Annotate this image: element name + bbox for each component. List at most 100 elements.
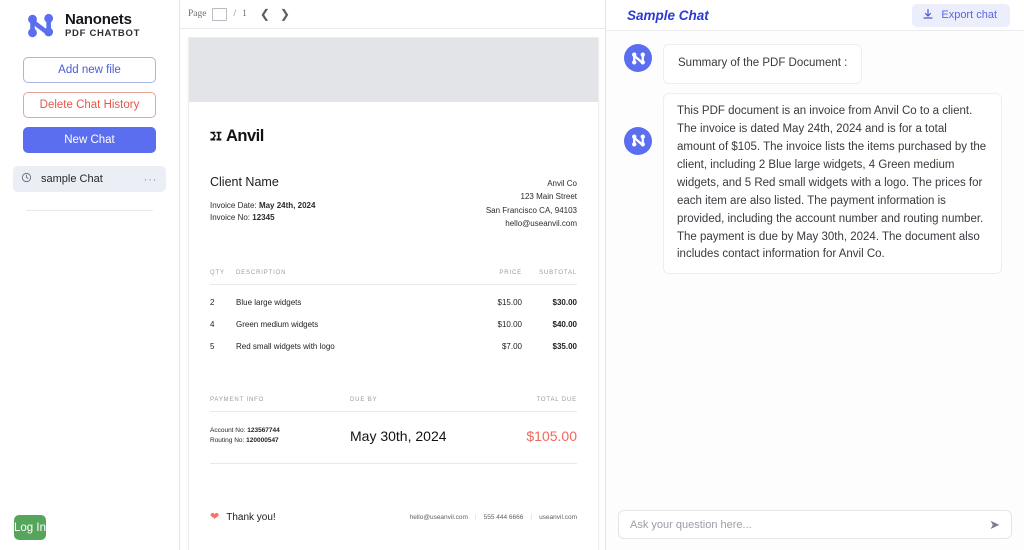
payment-header-row: PAYMENT INFO DUE BY TOTAL DUE: [210, 397, 577, 412]
cell-description: Blue large widgets: [236, 284, 460, 307]
invoice-payment-section: PAYMENT INFO DUE BY TOTAL DUE Account No…: [210, 397, 577, 464]
column-header-description: DESCRIPTION: [236, 270, 460, 285]
from-city: San Francisco CA, 94103: [486, 204, 577, 217]
total-pages-label: 1: [242, 9, 247, 19]
cell-qty: 4: [210, 307, 236, 329]
column-header-due-by: DUE BY: [350, 397, 536, 403]
from-company: Anvil Co: [486, 177, 577, 190]
footer-website: useanvil.com: [539, 514, 577, 521]
sidebar-divider: [26, 210, 153, 211]
account-no-value: 123567744: [247, 427, 280, 434]
brand-subtitle: PDF CHATBOT: [65, 28, 140, 40]
delete-chat-history-button[interactable]: Delete Chat History: [23, 92, 156, 118]
table-row: 4 Green medium widgets $10.00 $40.00: [210, 307, 577, 329]
thank-you-note: ❤ Thank you!: [210, 512, 276, 523]
from-street: 123 Main Street: [486, 190, 577, 203]
nanonets-avatar-icon: [624, 44, 652, 72]
send-arrow-icon[interactable]: ➤: [989, 518, 1000, 531]
account-no-label: Account No:: [210, 427, 245, 434]
chat-history-item-label: sample Chat: [41, 173, 135, 185]
sidebar-footer: Log In: [0, 515, 179, 550]
anvil-mark-icon: [210, 130, 224, 143]
chevron-right-icon[interactable]: ❯: [280, 8, 290, 20]
table-row: 5 Red small widgets with logo $7.00 $35.…: [210, 329, 577, 351]
footer-separator: |: [530, 514, 532, 521]
chat-history-item-sample-chat[interactable]: sample Chat ···: [13, 166, 166, 192]
invoice-no-value: 12345: [252, 213, 274, 222]
footer-phone: 555 444 6666: [484, 514, 524, 521]
brand: Nanonets PDF CHATBOT: [0, 0, 179, 43]
invoice-contact-info: hello@useanvil.com | 555 444 6666 | usea…: [410, 514, 577, 521]
cell-price: $15.00: [460, 284, 522, 307]
chat-header: Sample Chat Export chat: [606, 0, 1024, 31]
chat-message-text: Summary of the PDF Document :: [663, 44, 862, 84]
chat-question-input[interactable]: [630, 519, 989, 531]
payment-total-due: $105.00: [526, 428, 577, 444]
cell-price: $7.00: [460, 329, 522, 351]
chat-message: This PDF document is an invoice from Anv…: [624, 93, 1002, 274]
sidebar: Nanonets PDF CHATBOT Add new file Delete…: [0, 0, 180, 550]
page-separator: /: [233, 9, 236, 19]
column-header-price: PRICE: [460, 270, 522, 285]
chat-input-container[interactable]: ➤: [618, 510, 1012, 539]
invoice-header: Client Name Invoice Date: May 24th, 2024…: [210, 175, 577, 231]
chat-message-text: This PDF document is an invoice from Anv…: [663, 93, 1002, 274]
invoice-line-items-table: QTY DESCRIPTION PRICE SUBTOTAL 2 Blue la…: [210, 270, 577, 351]
chat-title: Sample Chat: [627, 8, 709, 23]
login-button[interactable]: Log In: [14, 515, 46, 540]
anvil-logo: Anvil: [210, 127, 577, 146]
brand-name: Nanonets: [65, 11, 140, 28]
new-chat-button[interactable]: New Chat: [23, 127, 156, 153]
invoice-date-value: May 24th, 2024: [259, 201, 315, 210]
column-header-subtotal: SUBTOTAL: [522, 270, 577, 285]
invoice-document: Anvil Client Name Invoice Date: May 24th…: [189, 38, 598, 550]
payment-values-row: Account No: 123567744 Routing No: 120000…: [210, 412, 577, 464]
client-name: Client Name: [210, 175, 315, 189]
cell-qty: 5: [210, 329, 236, 351]
nanonets-logo-icon: [24, 9, 58, 43]
cell-subtotal: $35.00: [522, 329, 577, 351]
cell-subtotal: $40.00: [522, 307, 577, 329]
table-header-row: QTY DESCRIPTION PRICE SUBTOTAL: [210, 270, 577, 285]
payment-due-date: May 30th, 2024: [350, 428, 526, 444]
footer-separator: |: [475, 514, 477, 521]
page-label: Page: [188, 9, 206, 19]
from-email: hello@useanvil.com: [486, 217, 577, 230]
app-root: Nanonets PDF CHATBOT Add new file Delete…: [0, 0, 1024, 550]
invoice-meta: Invoice Date: May 24th, 2024 Invoice No:…: [210, 200, 315, 225]
anvil-wordmark: Anvil: [226, 127, 264, 146]
cell-description: Green medium widgets: [236, 307, 460, 329]
cell-qty: 2: [210, 284, 236, 307]
invoice-date-label: Invoice Date:: [210, 201, 257, 210]
footer-email: hello@useanvil.com: [410, 514, 468, 521]
pdf-toolbar: Page / 1 ❮ ❯: [180, 0, 605, 29]
sidebar-actions: Add new file Delete Chat History New Cha…: [0, 43, 179, 153]
column-header-qty: QTY: [210, 270, 236, 285]
invoice-no-label: Invoice No:: [210, 213, 250, 222]
chevron-left-icon[interactable]: ❮: [260, 8, 270, 20]
page-number-input[interactable]: [212, 8, 227, 21]
pdf-scroll-area[interactable]: Anvil Client Name Invoice Date: May 24th…: [180, 29, 605, 550]
cell-subtotal: $30.00: [522, 284, 577, 307]
invoice-from-address: Anvil Co 123 Main Street San Francisco C…: [486, 175, 577, 231]
routing-no-label: Routing No:: [210, 437, 244, 444]
history-clock-icon: [21, 170, 32, 188]
chat-messages: Summary of the PDF Document : This P: [606, 31, 1024, 510]
cell-description: Red small widgets with logo: [236, 329, 460, 351]
chat-panel: Sample Chat Export chat: [606, 0, 1024, 550]
invoice-banner: [189, 38, 598, 102]
chat-message: Summary of the PDF Document :: [624, 44, 1002, 84]
chat-input-area: ➤: [606, 510, 1024, 550]
table-row: 2 Blue large widgets $15.00 $30.00: [210, 284, 577, 307]
nanonets-avatar-icon: [624, 127, 652, 155]
export-chat-button[interactable]: Export chat: [912, 4, 1010, 27]
cell-price: $10.00: [460, 307, 522, 329]
column-header-total-due: TOTAL DUE: [536, 397, 577, 403]
pdf-viewer-panel: Page / 1 ❮ ❯: [180, 0, 606, 550]
chat-item-menu-icon[interactable]: ···: [144, 173, 158, 185]
export-chat-label: Export chat: [941, 9, 997, 21]
invoice-footer: ❤ Thank you! hello@useanvil.com | 555 44…: [210, 512, 577, 541]
routing-no-value: 120000547: [246, 437, 279, 444]
thank-you-text: Thank you!: [226, 512, 275, 523]
add-new-file-button[interactable]: Add new file: [23, 57, 156, 83]
